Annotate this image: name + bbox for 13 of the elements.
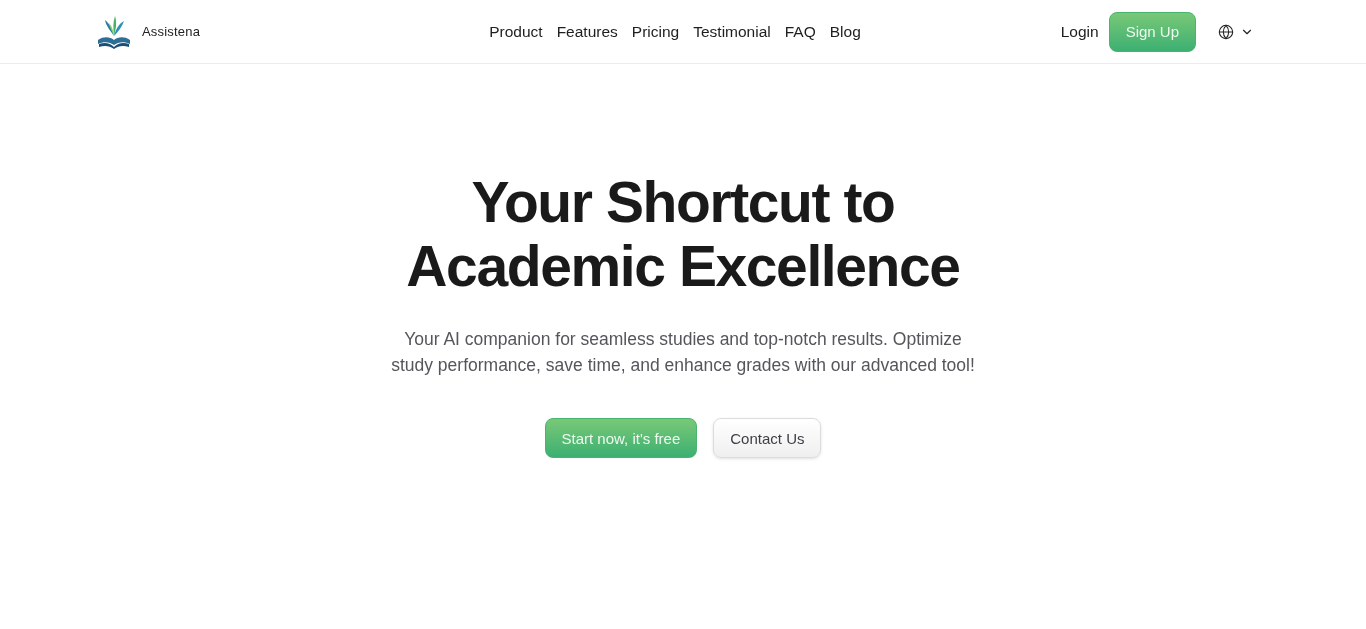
login-link[interactable]: Login: [1060, 22, 1099, 41]
brand-name: Assistena: [142, 24, 201, 39]
nav-link[interactable]: Features: [556, 22, 618, 41]
hero-description: Your AI companion for seamless studies and top-notch results. Optimize study performance, save time, and enhance grades with our advanced tool!: [390, 328, 976, 377]
nav-link[interactable]: FAQ: [784, 22, 816, 41]
hero-heading: Your Shortcut to Academic Excellence: [405, 170, 961, 298]
nav-link[interactable]: Pricing: [631, 22, 680, 41]
nav-link[interactable]: Testimonial: [693, 22, 771, 41]
contact-us-button[interactable]: Contact Us: [713, 418, 822, 458]
nav-link[interactable]: Blog: [829, 22, 861, 41]
globe-icon: [1218, 23, 1234, 40]
language-selector[interactable]: [1218, 23, 1254, 40]
nav-link[interactable]: Product: [489, 22, 543, 41]
